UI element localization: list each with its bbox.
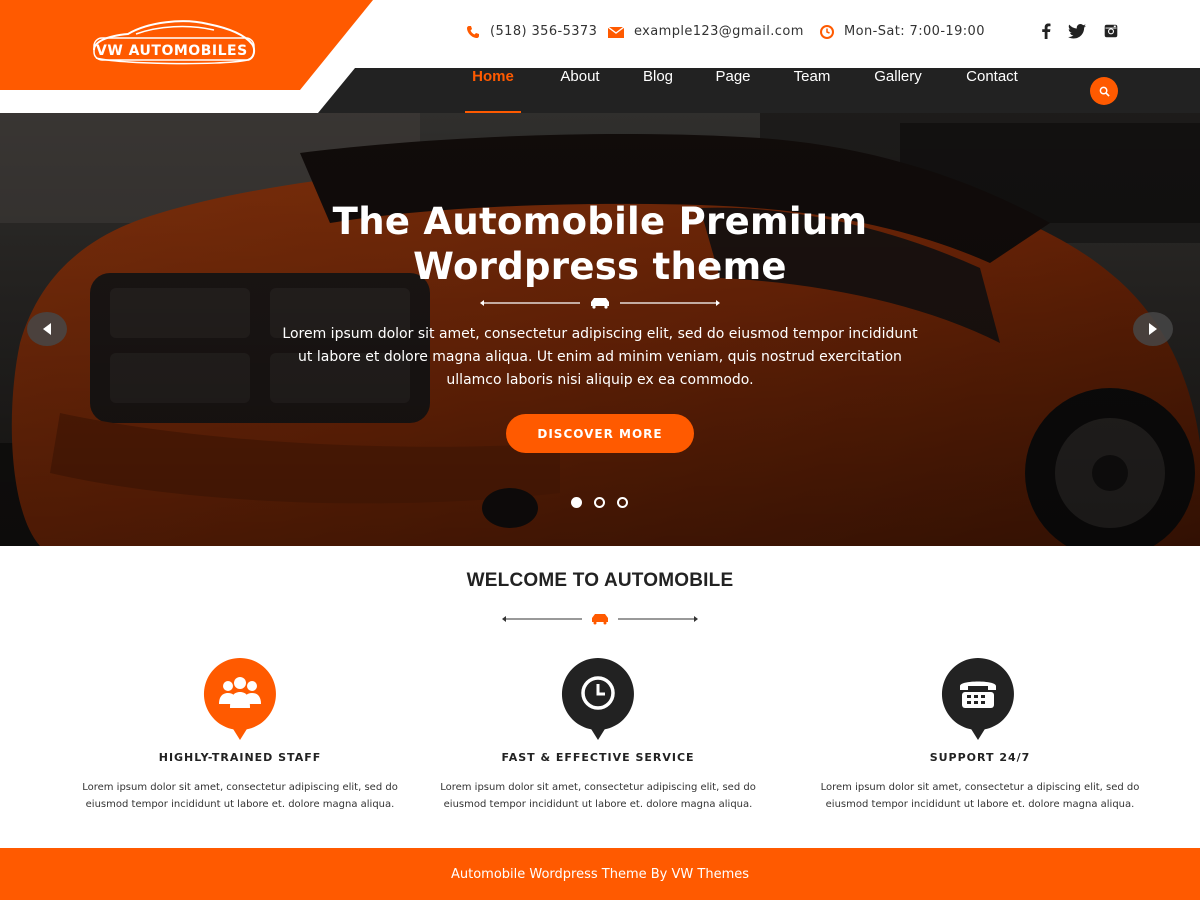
slider-dot-1[interactable]: [571, 497, 582, 508]
nav-team[interactable]: Team: [784, 68, 840, 113]
feature-title-service: FAST & EFFECTIVE SERVICE: [501, 751, 695, 764]
clock-small-icon: [820, 24, 834, 39]
hero-description: Lorem ipsum dolor sit amet, consectetur …: [282, 326, 918, 388]
arrow-right-icon: [1149, 323, 1157, 335]
contact-hours: Mon-Sat: 7:00-19:00: [820, 24, 985, 39]
contact-email[interactable]: example123@gmail.com: [608, 24, 804, 39]
discover-more-button[interactable]: DISCOVER MORE: [506, 414, 694, 453]
feature-text-staff: Lorem ipsum dolor sit amet, consectetur …: [82, 782, 398, 810]
hero-title: The Automobile Premium Wordpress theme: [250, 199, 950, 289]
nav-gallery[interactable]: Gallery: [866, 68, 930, 113]
welcome-car-divider: [502, 614, 698, 625]
slider-dot-2[interactable]: [594, 497, 605, 508]
search-button[interactable]: [1090, 77, 1118, 105]
email-text[interactable]: example123@gmail.com: [634, 24, 804, 39]
feature-title-support: SUPPORT 24/7: [929, 751, 1031, 764]
hours-text: Mon-Sat: 7:00-19:00: [844, 24, 985, 39]
phone-icon: [467, 25, 479, 38]
hero-slider: The Automobile Premium Wordpress theme L…: [0, 113, 1200, 546]
search-icon: [1099, 86, 1110, 97]
users-icon: [203, 658, 276, 740]
instagram-icon[interactable]: [1102, 22, 1120, 40]
facebook-icon[interactable]: [1037, 22, 1055, 40]
nav-contact[interactable]: Contact: [958, 68, 1026, 113]
footer-bar: Automobile Wordpress Theme By VW Themes: [0, 848, 1200, 900]
email-icon: [608, 25, 624, 38]
footer-credit-link[interactable]: Automobile Wordpress Theme By VW Themes: [451, 867, 749, 882]
feature-text-support: Lorem ipsum dolor sit amet, consectetur …: [820, 782, 1140, 810]
clock-icon: [561, 658, 634, 740]
nav-blog[interactable]: Blog: [633, 68, 683, 113]
nav-page[interactable]: Page: [708, 68, 758, 113]
slider-prev-button[interactable]: [27, 312, 67, 346]
phone-text[interactable]: (518) 356-5373: [490, 24, 597, 39]
hero-title-line1: The Automobile Premium: [332, 200, 868, 243]
logo-text[interactable]: VW AUTOMOBILES: [96, 43, 248, 59]
hero-title-line2: Wordpress theme: [413, 245, 787, 288]
logo-area: VW AUTOMOBILES: [0, 0, 375, 90]
slider-next-button[interactable]: [1133, 312, 1173, 346]
hero-car-divider: [480, 298, 720, 309]
contact-phone[interactable]: (518) 356-5373: [466, 24, 597, 39]
welcome-title: WELCOME TO AUTOMOBILE: [466, 570, 734, 591]
feature-text-service: Lorem ipsum dolor sit amet, consectetur …: [440, 782, 756, 810]
slider-dot-3[interactable]: [617, 497, 628, 508]
nav-home[interactable]: Home: [465, 68, 521, 113]
feature-title-staff: HIGHLY-TRAINED STAFF: [158, 751, 322, 764]
telephone-icon: [941, 658, 1014, 740]
twitter-icon[interactable]: [1068, 22, 1086, 40]
arrow-left-icon: [43, 323, 51, 335]
nav-about[interactable]: About: [552, 68, 608, 113]
